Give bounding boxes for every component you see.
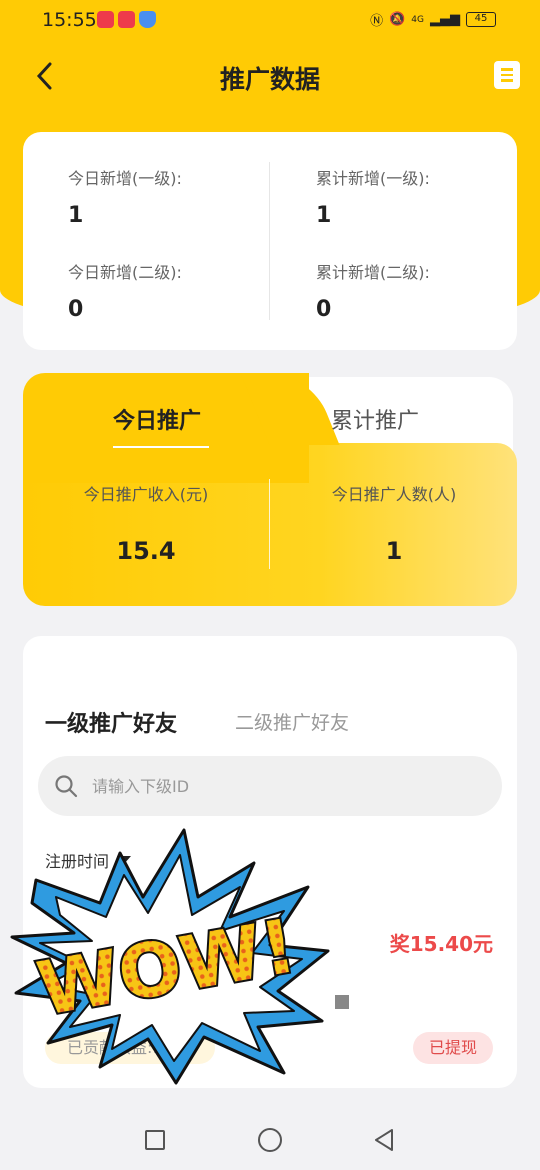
people-value: 1 [385,537,403,565]
stat-value: 0 [316,297,332,322]
system-nav-bar [0,1110,540,1170]
people-label: 今日推广人数(人) [331,485,457,504]
stat-value: 0 [68,297,84,322]
stat-label: 累计新增(二级): [316,263,430,282]
home-button[interactable] [258,1128,282,1152]
back-triangle-icon[interactable] [372,1127,396,1153]
income-value: 15.4 [116,537,176,565]
stat-label: 累计新增(一级): [316,169,430,188]
tab-level2-friends[interactable]: 二级推广好友 [235,708,349,735]
tab-total-promo[interactable]: 累计推广 [331,403,419,435]
tab-level1-friends[interactable]: 一级推广好友 [45,706,177,738]
signal-icon: ▂▄▆ [430,12,460,27]
stat-value: 1 [68,203,84,228]
stat-today-level1: 今日新增(一级): 1 [68,165,182,228]
stat-label: 今日新增(二级): [68,263,182,282]
nfc-icon: Ⓝ [370,14,384,29]
stat-total-level1: 累计新增(一级): 1 [316,165,430,228]
tab-today-promo[interactable]: 今日推广 [113,403,201,435]
search-bar[interactable] [38,756,502,816]
recent-apps-button[interactable] [145,1130,165,1150]
app-notification-icon [97,11,114,28]
status-indicators: Ⓝ 🔕 4G ▂▄▆ 45 [370,10,496,29]
shield-icon [139,11,156,28]
stat-value: 1 [316,203,332,228]
promo-divider [269,479,270,569]
stats-divider [269,162,270,320]
search-icon [55,775,78,798]
stat-label: 今日新增(一级): [68,169,182,188]
wow-sticker: WOW! [10,828,330,1085]
income-label: 今日推广收入(元) [83,485,209,504]
stat-total-level2: 累计新增(二级): 0 [316,259,430,322]
stat-today-level2: 今日新增(二级): 0 [68,259,182,322]
stats-card: 今日新增(一级): 1 累计新增(一级): 1 今日新增(二级): 0 累计新增… [23,132,517,350]
mute-icon: 🔕 [389,12,406,27]
page-title: 推广数据 [219,65,320,94]
battery-icon: 45 [466,12,496,27]
menu-icon[interactable] [494,61,520,89]
app-notification-icon [118,11,135,28]
nav-bar: 推广数据 [0,48,540,104]
status-badge: 已提现 [412,1032,493,1064]
promo-card: 今日推广 累计推广 今日推广收入(元) 15.4 今日推广人数(人) 1 [23,373,517,606]
active-tab-indicator [113,446,209,448]
reward-amount: 奖15.40元 [389,932,493,956]
status-bar: 15:55 Ⓝ 🔕 4G ▂▄▆ 45 [0,0,540,40]
network-label: 4G [411,14,424,25]
status-time: 15:55 [42,9,97,31]
search-input[interactable] [92,774,472,798]
small-square-icon [335,995,349,1009]
